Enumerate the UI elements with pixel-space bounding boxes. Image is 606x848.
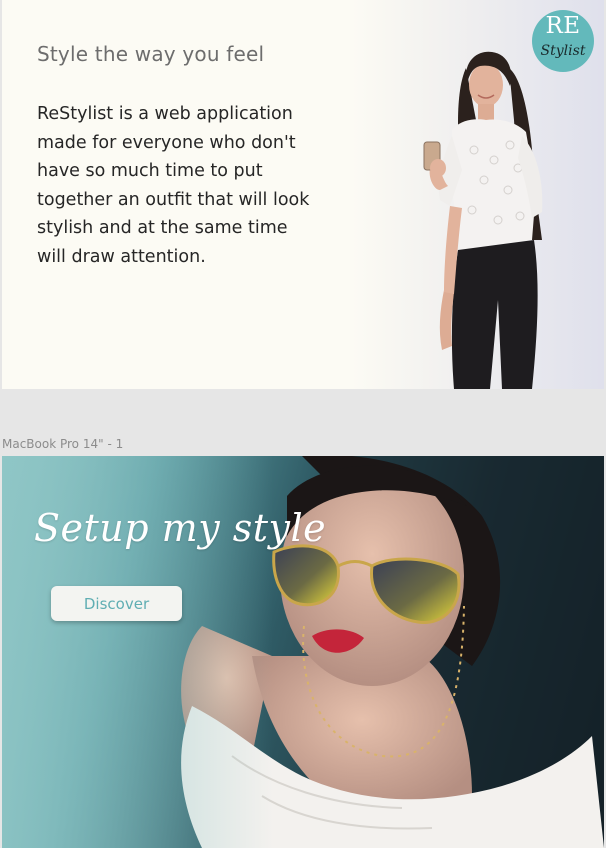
restylist-logo[interactable]: RE Stylist [532,10,594,72]
discover-button[interactable]: Discover [51,586,182,621]
logo-re-text: RE [545,13,581,39]
woman-with-phone-image [423,51,543,389]
logo-stylist-text: Stylist [540,43,586,59]
intro-heading: Style the way you feel [37,42,265,66]
hero-frame: Setup my style Discover [2,456,604,848]
frame-label: MacBook Pro 14" - 1 [2,437,124,451]
intro-description: ReStylist is a web application made for … [37,104,310,267]
intro-frame: Style the way you feel ReStylist is a we… [2,0,604,389]
hero-title: Setup my style [34,506,327,550]
